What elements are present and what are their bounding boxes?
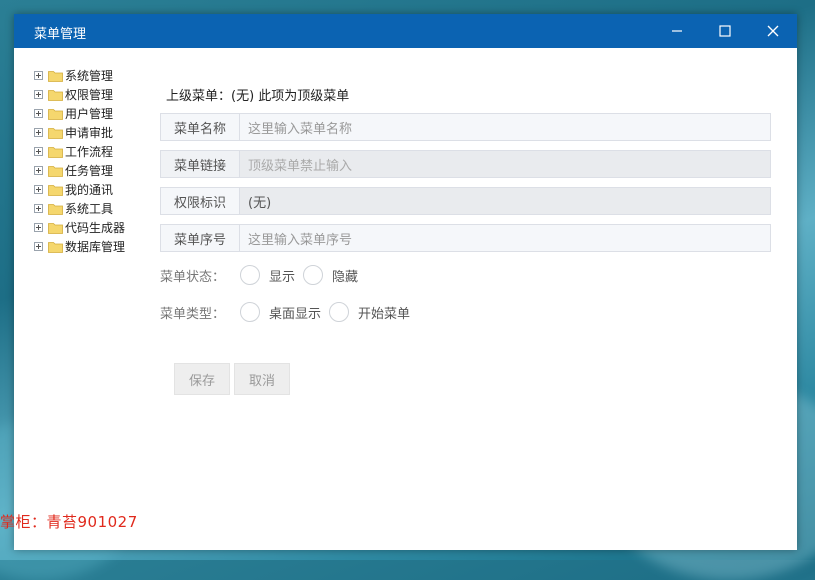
tree-item[interactable]: 系统工具: [34, 199, 154, 218]
cancel-button[interactable]: 取消: [234, 363, 290, 395]
menu-status-group: 菜单状态： 显示 隐藏: [160, 261, 771, 289]
folder-icon: [48, 127, 63, 139]
tree-item-label: 代码生成器: [65, 221, 126, 235]
expand-icon[interactable]: [34, 204, 43, 213]
folder-icon: [48, 203, 63, 215]
maximize-icon: [719, 25, 731, 37]
tree-item[interactable]: 任务管理: [34, 161, 154, 180]
expand-icon[interactable]: [34, 90, 43, 99]
tree-item-label: 我的通讯: [65, 183, 114, 197]
type-start-label[interactable]: 开始菜单: [358, 303, 410, 322]
type-desktop-label[interactable]: 桌面显示: [269, 303, 321, 322]
watermark-text: 掌柜：青苔901027: [0, 513, 138, 531]
tree-item-label: 系统管理: [65, 69, 114, 83]
tree-item[interactable]: 工作流程: [34, 142, 154, 161]
menu-tree: 系统管理 权限管理 用户管理 申请审批 工作流程 任务管理 我的通讯 系统工具 …: [34, 66, 154, 256]
expand-icon[interactable]: [34, 128, 43, 137]
tree-item-label: 用户管理: [65, 107, 114, 121]
menu-order-input[interactable]: 这里输入菜单序号: [240, 225, 770, 251]
folder-icon: [48, 222, 63, 234]
folder-icon: [48, 108, 63, 120]
permission-value: (无): [240, 188, 770, 214]
expand-icon[interactable]: [34, 223, 43, 232]
folder-icon: [48, 70, 63, 82]
form-actions: 保存 取消: [174, 363, 294, 395]
tree-item-label: 任务管理: [65, 164, 114, 178]
tree-item[interactable]: 权限管理: [34, 85, 154, 104]
maximize-button[interactable]: [701, 14, 749, 48]
menu-order-label: 菜单序号: [161, 225, 240, 251]
window-title: 菜单管理: [34, 27, 87, 42]
menu-link-label: 菜单链接: [161, 151, 240, 177]
minimize-icon: [672, 30, 682, 32]
menu-type-label: 菜单类型：: [160, 306, 226, 322]
menu-name-field: 菜单名称 这里输入菜单名称: [160, 113, 771, 141]
menu-status-label: 菜单状态：: [160, 269, 226, 285]
permission-field: 权限标识 (无): [160, 187, 771, 215]
expand-icon[interactable]: [34, 71, 43, 80]
tree-item-label: 数据库管理: [65, 240, 126, 254]
menu-link-input: 顶级菜单禁止输入: [240, 151, 770, 177]
type-start-radio[interactable]: [329, 302, 350, 322]
folder-icon: [48, 89, 63, 101]
menu-name-input[interactable]: 这里输入菜单名称: [240, 114, 770, 140]
tree-item[interactable]: 系统管理: [34, 66, 154, 85]
status-hide-label[interactable]: 隐藏: [332, 266, 358, 285]
status-hide-radio[interactable]: [303, 265, 324, 285]
menu-management-window: 菜单管理 系统管理 权限管理 用户管理 申请审批 工作流程 任务管理 我的通讯 …: [14, 14, 797, 550]
menu-link-field: 菜单链接 顶级菜单禁止输入: [160, 150, 771, 178]
expand-icon[interactable]: [34, 166, 43, 175]
menu-order-field: 菜单序号 这里输入菜单序号: [160, 224, 771, 252]
parent-menu-info: 上级菜单：(无) 此项为顶级菜单: [166, 89, 350, 104]
folder-icon: [48, 146, 63, 158]
expand-icon[interactable]: [34, 109, 43, 118]
tree-item-label: 权限管理: [65, 88, 114, 102]
menu-name-label: 菜单名称: [161, 114, 240, 140]
folder-icon: [48, 165, 63, 177]
tree-item-label: 工作流程: [65, 145, 114, 159]
tree-item[interactable]: 申请审批: [34, 123, 154, 142]
close-icon: [767, 25, 779, 37]
permission-label: 权限标识: [161, 188, 240, 214]
tree-item[interactable]: 代码生成器: [34, 218, 154, 237]
status-show-label[interactable]: 显示: [269, 266, 295, 285]
close-button[interactable]: [749, 14, 797, 48]
save-button[interactable]: 保存: [174, 363, 230, 395]
minimize-button[interactable]: [653, 14, 701, 48]
menu-form: 上级菜单：(无) 此项为顶级菜单 菜单名称 这里输入菜单名称 菜单链接 顶级菜单…: [160, 84, 771, 326]
type-desktop-radio[interactable]: [240, 302, 260, 322]
title-bar[interactable]: 菜单管理: [14, 14, 797, 48]
expand-icon[interactable]: [34, 185, 43, 194]
status-show-radio[interactable]: [240, 265, 260, 285]
expand-icon[interactable]: [34, 147, 43, 156]
tree-item-label: 申请审批: [65, 126, 114, 140]
folder-icon: [48, 241, 63, 253]
tree-item[interactable]: 用户管理: [34, 104, 154, 123]
menu-type-group: 菜单类型： 桌面显示 开始菜单: [160, 298, 771, 326]
expand-icon[interactable]: [34, 242, 43, 251]
tree-item-label: 系统工具: [65, 202, 114, 216]
tree-item[interactable]: 我的通讯: [34, 180, 154, 199]
folder-icon: [48, 184, 63, 196]
tree-item[interactable]: 数据库管理: [34, 237, 154, 256]
